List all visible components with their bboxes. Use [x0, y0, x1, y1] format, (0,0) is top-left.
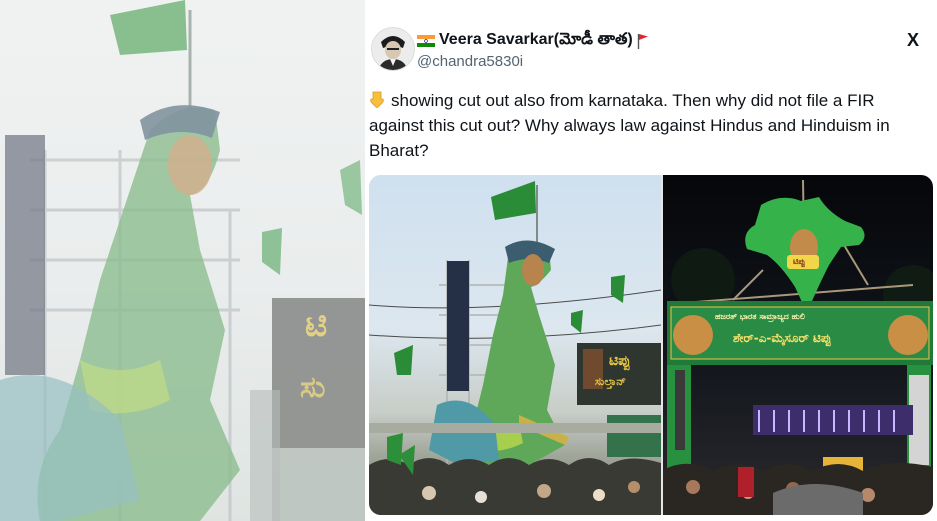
- avatar-portrait-icon: [372, 28, 414, 70]
- india-flag-icon: [417, 35, 435, 47]
- red-flag-icon: [637, 34, 648, 49]
- media-image-1-art: [369, 181, 661, 515]
- pointing-down-icon: [370, 91, 384, 108]
- arch-text-main: ಶೇರ್-ಎ-ಮೈಸೂರ್ ಟಿಪ್ಪು: [733, 331, 832, 345]
- author-row[interactable]: Veera Savarkar(మోడీ తాత): [417, 30, 649, 52]
- portrait-text: ಟಿಪ್ಪು: [793, 257, 806, 266]
- billboard-text-2: ಸುಲ್ತಾನ್: [595, 375, 626, 388]
- background-photo: ಟಿ ಸು: [0, 0, 365, 521]
- tweet-text: showing cut out also from karnataka. The…: [369, 91, 890, 160]
- arch-text-top: ಹಜರತ್ ಭಾರತ ಸಾಮ್ರಾಜ್ಯದ ಹುಲಿ: [715, 312, 805, 321]
- media-image-2[interactable]: ಹಜರತ್ ಭಾರತ ಸಾಮ್ರಾಜ್ಯದ ಹುಲಿ ಶೇರ್-ಎ-ಮೈಸೂರ್…: [663, 175, 933, 515]
- background-haze: [0, 0, 365, 521]
- avatar[interactable]: [371, 27, 415, 71]
- tweet-body: showing cut out also from karnataka. The…: [369, 88, 929, 163]
- tweet-media[interactable]: ಟಿಪ್ಪು ಸುಲ್ತಾನ್ ಹಜರತ್ ಭಾರತ ಸಾಮ್ರಾಜ್ಯದ ಹು…: [369, 175, 933, 515]
- display-name[interactable]: Veera Savarkar(మోడీ తాత): [439, 30, 633, 52]
- user-handle[interactable]: @chandra5830i: [417, 53, 523, 70]
- media-image-1[interactable]: ಟಿಪ್ಪು ಸುಲ್ತಾನ್: [369, 175, 661, 515]
- x-logo-icon[interactable]: X: [907, 30, 919, 51]
- billboard-text-1: ಟಿಪ್ಪು: [609, 353, 631, 369]
- tweet-card[interactable]: Veera Savarkar(మోడీ తాత) @chandra5830i X…: [365, 0, 937, 521]
